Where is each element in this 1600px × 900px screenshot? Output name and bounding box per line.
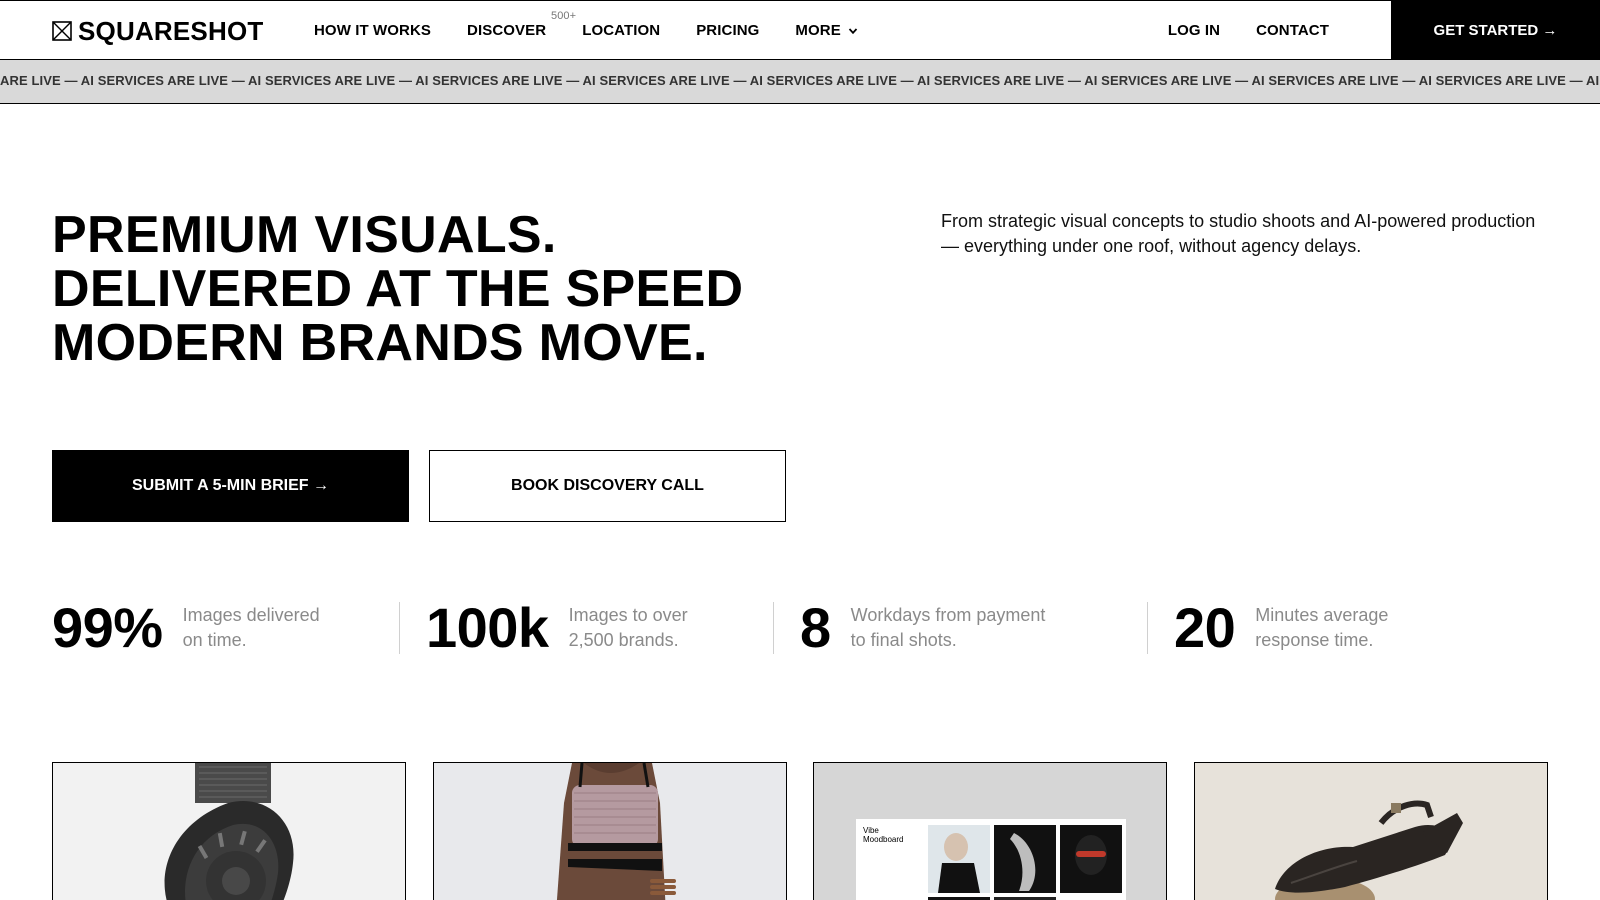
get-started-button[interactable]: GET STARTED → (1391, 1, 1600, 59)
stat-value: 8 (800, 596, 831, 659)
sandal-image (1275, 800, 1463, 900)
stat-value: 20 (1174, 596, 1236, 659)
hero-title-line: DELIVERED AT THE SPEED (52, 260, 744, 318)
hero-title: PREMIUM VISUALS. DELIVERED AT THE SPEED … (52, 208, 832, 370)
chevron-down-icon (848, 27, 858, 34)
stat-item: 8 Workdays from payment to final shots. (773, 596, 1174, 659)
nav-secondary: LOG IN CONTACT (1168, 1, 1329, 59)
submit-brief-button[interactable]: SUBMIT A 5-MIN BRIEF → (52, 450, 409, 522)
hero-description: From strategic visual concepts to studio… (941, 211, 1536, 256)
top-nav: SQUARESHOT HOW IT WORKS DISCOVER 500+ LO… (0, 0, 1600, 60)
nav-link-more[interactable]: MORE (795, 22, 858, 39)
moodboard-caption-line: Vibe (863, 826, 879, 835)
stat-label: Workdays from payment to final shots. (850, 605, 1046, 650)
hero-title-line: MODERN BRANDS MOVE. (52, 314, 708, 372)
announcement-ticker: S ARE LIVE — AI SERVICES ARE LIVE — AI S… (0, 60, 1600, 104)
portfolio-card-watch[interactable] (52, 762, 406, 900)
ticker-text: S ARE LIVE — AI SERVICES ARE LIVE — AI S… (0, 73, 1600, 88)
portfolio-card-moodboard[interactable]: Vibe Moodboard (813, 762, 1167, 900)
model-image (556, 763, 676, 900)
hero-title-line: PREMIUM VISUALS. (52, 206, 557, 264)
contact-link[interactable]: CONTACT (1256, 22, 1329, 39)
nav-link-more-label: MORE (795, 21, 841, 39)
brand-logo[interactable]: SQUARESHOT (52, 16, 263, 46)
login-link[interactable]: LOG IN (1168, 22, 1220, 39)
book-discovery-call-button[interactable]: BOOK DISCOVERY CALL (429, 450, 786, 522)
portfolio-cards: Vibe Moodboard (52, 762, 1548, 900)
nav-link-discover-label: DISCOVER (467, 21, 547, 39)
stat-label: Images to over 2,500 brands. (568, 605, 688, 650)
portfolio-card-sandal[interactable] (1194, 762, 1548, 900)
nav-link-how-it-works[interactable]: HOW IT WORKS (314, 22, 431, 39)
moodboard-image: Vibe Moodboard (856, 819, 1126, 900)
discover-count-badge: 500+ (551, 9, 577, 22)
brand-name: SQUARESHOT (78, 16, 264, 46)
primary-nav: HOW IT WORKS DISCOVER 500+ LOCATION PRIC… (314, 1, 894, 59)
stat-label: Images delivered on time. (182, 605, 320, 650)
moodboard-caption-line: Moodboard (863, 835, 903, 844)
stat-item: 99% Images delivered on time. (52, 600, 426, 656)
nav-link-location[interactable]: LOCATION (582, 22, 660, 39)
stats-row: 99% Images delivered on time. 100k Image… (52, 600, 1548, 656)
nav-link-discover[interactable]: DISCOVER 500+ (467, 10, 576, 39)
crossed-square-icon (52, 21, 72, 41)
stat-label: Minutes average response time. (1255, 605, 1389, 650)
watch-image (164, 763, 294, 900)
stat-value: 100k (426, 596, 549, 659)
stat-item: 20 Minutes average response time. (1147, 596, 1548, 659)
stat-value: 99% (52, 596, 163, 659)
portfolio-card-model[interactable] (433, 762, 787, 900)
stat-item: 100k Images to over 2,500 brands. (399, 596, 800, 659)
nav-link-pricing[interactable]: PRICING (696, 22, 759, 39)
